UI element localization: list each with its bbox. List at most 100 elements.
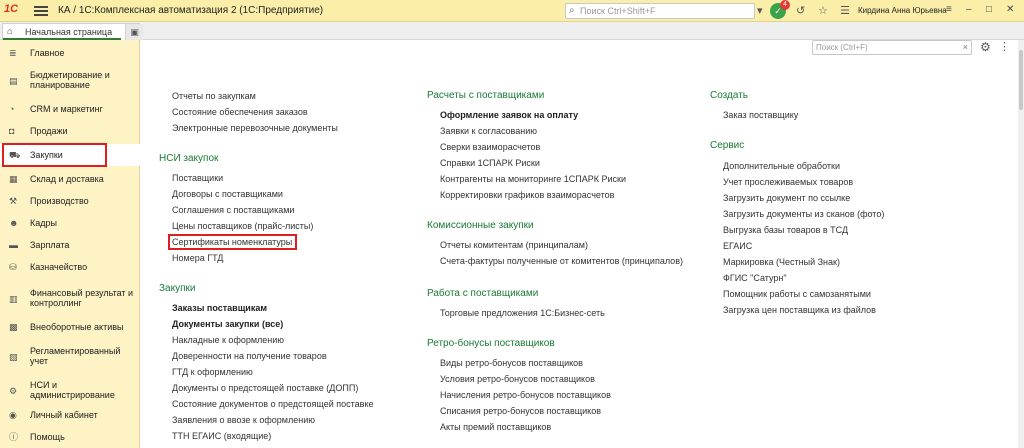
favorites-star-icon[interactable]: ☆ — [818, 4, 828, 18]
link-gtd-to-process[interactable]: ГТД к оформлению — [172, 367, 253, 377]
link-fgis-saturn[interactable]: ФГИС "Сатурн" — [723, 273, 787, 283]
clear-search-icon[interactable]: × — [963, 42, 968, 52]
panel-search[interactable]: × — [812, 40, 972, 55]
help-icon: ⓘ — [9, 432, 19, 442]
bag-icon: ◘ — [9, 126, 15, 136]
link-consignor-reports[interactable]: Отчеты комитентам (принципалам) — [440, 240, 588, 250]
sidebar-item-label: НСИ и администрирование — [30, 380, 115, 400]
sidebar-item-help[interactable]: ⓘ Помощь — [0, 428, 140, 446]
tab-home[interactable]: ⌂ Начальная страница ▣ — [2, 23, 143, 41]
money-icon: ▬ — [9, 240, 18, 250]
sidebar-item-label: Регламентированный учет — [30, 346, 121, 366]
sidebar-item-nsi-admin[interactable]: ⚙ НСИ и администрирование — [0, 376, 140, 406]
vertical-scrollbar[interactable] — [1018, 40, 1024, 448]
sections-panel-icon[interactable]: ☰ — [840, 4, 850, 18]
1c-logo: 1С — [4, 3, 19, 15]
sidebar-item-production[interactable]: ⚒ Производство — [0, 192, 140, 210]
sidebar-item-label: Производство — [30, 196, 89, 206]
link-import-statements[interactable]: Заявления о ввозе к оформлению — [172, 415, 315, 425]
sidebar-item-label: Финансовый результат и контроллинг — [30, 288, 134, 308]
home-icon: ⌂ — [7, 26, 13, 36]
link-retro-bonus-terms[interactable]: Условия ретро-бонусов поставщиков — [440, 374, 595, 384]
link-consignor-invoices[interactable]: Счета-фактуры полученные от комитентов (… — [440, 256, 683, 266]
sidebar-item-salary[interactable]: ▬ Зарплата — [0, 236, 140, 254]
sidebar-item-crm[interactable]: ◔ CRM и маркетинг — [0, 100, 140, 118]
search-dropdown-icon[interactable]: ▾ — [757, 4, 763, 18]
link-load-supplier-prices[interactable]: Загрузка цен поставщика из файлов — [723, 305, 876, 315]
link-supplier-bonus-acts[interactable]: Акты премий поставщиков — [440, 422, 551, 432]
sidebar-item-budgeting[interactable]: ▤ Бюджетирование и планирование — [0, 66, 140, 96]
sidebar-item-hr[interactable]: ☻ Кадры — [0, 214, 140, 232]
sidebar-item-treasury[interactable]: ⛁ Казначейство — [0, 258, 140, 276]
link-supplier-contracts[interactable]: Договоры с поставщиками — [172, 189, 283, 199]
sidebar-item-fixed-assets[interactable]: ▩ Внеоборотные активы — [0, 318, 140, 336]
sidebar-item-label: Личный кабинет — [30, 410, 98, 420]
sidebar-item-financial-result[interactable]: ▥ Финансовый результат и контроллинг — [0, 284, 140, 314]
notifications-badge: 4 — [780, 0, 790, 10]
sidebar-item-regulated-accounting[interactable]: ▧ Регламентированный учет — [0, 342, 140, 372]
link-requests-approval[interactable]: Заявки к согласованию — [440, 126, 537, 136]
global-search[interactable]: ⌕ — [565, 3, 755, 19]
bank-icon: ⛁ — [9, 262, 17, 272]
chat-icon[interactable]: ▣ — [125, 24, 143, 41]
current-user[interactable]: Кирдина Анна Юрьевна — [858, 6, 947, 15]
link-retro-bonus-accruals[interactable]: Начисления ретро-бонусов поставщиков — [440, 390, 611, 400]
more-actions-icon[interactable]: ⋮ — [999, 40, 1010, 53]
link-load-from-scans[interactable]: Загрузить документы из сканов (фото) — [723, 209, 884, 219]
sidebar-item-label: Склад и доставка — [30, 174, 104, 184]
maximize-icon[interactable]: □ — [986, 4, 992, 15]
link-payment-requests[interactable]: Оформление заявок на оплату — [440, 110, 578, 120]
sidebar-item-label: Внеоборотные активы — [30, 322, 124, 332]
link-dopp-docs[interactable]: Документы о предстоящей поставке (ДОПП) — [172, 383, 358, 393]
link-traceable-goods[interactable]: Учет прослеживаемых товаров — [723, 177, 853, 187]
tab-home-label: Начальная страница — [25, 27, 113, 37]
close-icon[interactable]: ✕ — [1006, 4, 1014, 15]
link-suppliers[interactable]: Поставщики — [172, 173, 223, 183]
sidebar-item-sales[interactable]: ◘ Продажи — [0, 122, 140, 140]
link-create-supplier-order[interactable]: Заказ поставщику — [723, 110, 798, 120]
app-title: КА / 1С:Комплексная автоматизация 2 (1С:… — [58, 5, 324, 16]
link-schedule-adjustments[interactable]: Корректировки графиков взаиморасчетов — [440, 190, 614, 200]
link-purchase-documents-all[interactable]: Документы закупки (все) — [172, 319, 283, 329]
link-export-to-tsd[interactable]: Выгрузка базы товаров в ТСД — [723, 225, 848, 235]
section-title-settlements: Расчеты с поставщиками — [427, 90, 545, 101]
link-electronic-transport-docs[interactable]: Электронные перевозочные документы — [172, 123, 338, 133]
link-retro-bonus-types[interactable]: Виды ретро-бонусов поставщиков — [440, 358, 583, 368]
link-reconciliations[interactable]: Сверки взаиморасчетов — [440, 142, 540, 152]
section-title-retro-bonuses: Ретро-бонусы поставщиков — [427, 338, 555, 349]
link-supplier-prices[interactable]: Цены поставщиков (прайс-листы) — [172, 221, 313, 231]
scrollbar-thumb[interactable] — [1019, 50, 1023, 110]
link-spark-reports[interactable]: Справки 1СПАРК Риски — [440, 158, 540, 168]
minimize-icon[interactable]: – — [966, 4, 972, 15]
history-icon[interactable]: ↺ — [796, 4, 805, 18]
more-menu-icon[interactable]: ≡ — [946, 4, 952, 15]
main-menu-icon[interactable] — [34, 4, 48, 18]
sidebar-item-warehouse[interactable]: ▦ Склад и доставка — [0, 170, 140, 188]
link-additional-processing[interactable]: Дополнительные обработки — [723, 161, 840, 171]
link-invoices-to-process[interactable]: Накладные к оформлению — [172, 335, 284, 345]
link-spark-monitoring[interactable]: Контрагенты на мониторинге 1СПАРК Риски — [440, 174, 626, 184]
link-order-supply-status[interactable]: Состояние обеспечения заказов — [172, 107, 308, 117]
link-load-document-by-url[interactable]: Загрузить документ по ссылке — [723, 193, 850, 203]
link-egais-ttn[interactable]: ТТН ЕГАИС (входящие) — [172, 431, 271, 441]
panel-search-input[interactable] — [816, 42, 956, 53]
link-egais[interactable]: ЕГАИС — [723, 241, 752, 251]
link-supplier-agreements[interactable]: Соглашения с поставщиками — [172, 205, 294, 215]
link-powers-of-attorney[interactable]: Доверенности на получение товаров — [172, 351, 327, 361]
global-search-input[interactable] — [580, 5, 750, 17]
sidebar-item-main[interactable]: ≣ Главное — [0, 44, 140, 62]
link-self-employed-assistant[interactable]: Помощник работы с самозанятыми — [723, 289, 871, 299]
link-purchase-reports[interactable]: Отчеты по закупкам — [172, 91, 256, 101]
settings-gear-icon[interactable]: ⚙ — [980, 40, 991, 54]
notifications-icon[interactable]: ✓ 4 — [770, 0, 790, 19]
link-supplier-orders[interactable]: Заказы поставщикам — [172, 303, 267, 313]
section-title-supplier-work: Работа с поставщиками — [427, 288, 539, 299]
sidebar-item-label: Казначейство — [30, 262, 88, 272]
link-gtd-numbers[interactable]: Номера ГТД — [172, 253, 223, 263]
report-icon: ▧ — [9, 352, 18, 362]
sidebar-item-personal-account[interactable]: ◉ Личный кабинет — [0, 406, 140, 424]
link-dopp-status[interactable]: Состояние документов о предстоящей поста… — [172, 399, 374, 409]
link-business-network-offers[interactable]: Торговые предложения 1С:Бизнес-сеть — [440, 308, 605, 318]
link-retro-bonus-writeoffs[interactable]: Списания ретро-бонусов поставщиков — [440, 406, 601, 416]
link-marking[interactable]: Маркировка (Честный Знак) — [723, 257, 840, 267]
